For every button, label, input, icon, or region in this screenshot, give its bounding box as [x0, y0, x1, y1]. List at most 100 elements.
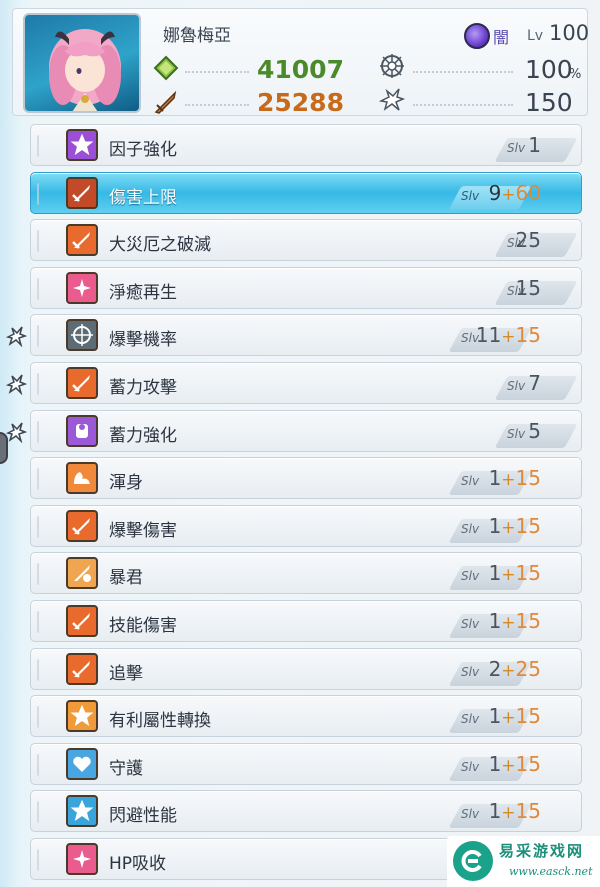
- skill-name: 守護: [109, 758, 143, 779]
- sword-icon: [66, 176, 98, 209]
- skill-row[interactable]: 爆擊傷害 Slv 1+15: [30, 504, 582, 547]
- skill-row[interactable]: 蓄力強化 Slv 5: [5, 409, 582, 452]
- skill-name: 蓄力強化: [109, 425, 177, 446]
- skill-row[interactable]: 傷害上限 Slv 9+60: [30, 171, 582, 214]
- skill-level-bonus: 15: [515, 751, 541, 776]
- sword-icon: [66, 652, 98, 685]
- skill-name: 蓄力攻擊: [109, 377, 177, 398]
- skill-level-value: 15: [516, 276, 541, 300]
- skill-name: 淨癒再生: [109, 282, 177, 303]
- skill-level-bonus: 15: [515, 704, 541, 729]
- attack-icon: [154, 90, 177, 114]
- sparkle-icon: [66, 842, 98, 875]
- skill-level-base: 2: [488, 656, 502, 681]
- skill-level-value: 2+25: [489, 657, 541, 681]
- row-notch: [37, 658, 47, 681]
- skill-list: 因子強化 Slv 1 傷害上限 Slv 9+60 大災厄之破滅 Slv 25 淨癒再生 Slv 15 爆…: [5, 124, 586, 886]
- character-header: 娜魯梅亞 闇 Lv 100 41007 25288 100 % 150: [12, 8, 590, 117]
- skill-level-bonus: 60: [515, 180, 541, 205]
- skill-level-bonus: 15: [515, 513, 541, 538]
- skill-level-base: 1: [488, 466, 502, 491]
- row-notch: [37, 848, 47, 871]
- other-divider: [413, 104, 513, 106]
- skill-name: 大災厄之破滅: [109, 235, 211, 256]
- skill-row[interactable]: 守護 Slv 1+15: [30, 742, 582, 785]
- skill-name: 有利屬性轉換: [109, 711, 211, 732]
- skill-row[interactable]: 爆擊機率 Slv 11+15: [5, 314, 582, 357]
- skill-name: 爆擊傷害: [109, 520, 177, 541]
- slv-label: Slv: [461, 712, 480, 727]
- skill-level-plus: +: [501, 612, 516, 633]
- row-notch: [37, 277, 47, 300]
- character-portrait[interactable]: [23, 13, 141, 113]
- skill-level-base: 11: [475, 323, 502, 348]
- star-icon: [66, 795, 98, 828]
- skill-level-base: 7: [528, 370, 541, 395]
- watermark-logo-icon: [453, 841, 493, 881]
- skill-level-value: 1+15: [489, 704, 541, 728]
- skill-level-bonus: 15: [515, 799, 541, 824]
- skill-level-value: 5: [528, 419, 541, 443]
- skill-level-value: 9+60: [489, 181, 541, 205]
- row-notch: [37, 515, 47, 538]
- row-notch: [37, 135, 47, 157]
- muscle-icon: [66, 462, 98, 495]
- skill-level-base: 25: [515, 228, 541, 253]
- skill-level-bonus: 15: [515, 561, 541, 586]
- skill-level-plus: +: [501, 470, 516, 491]
- skill-row[interactable]: 蓄力攻擊 Slv 7: [5, 361, 582, 404]
- skill-name: 傷害上限: [109, 187, 177, 208]
- crit-damage-icon: [379, 88, 405, 111]
- secondary-stat-value: 150: [525, 88, 573, 117]
- skill-level-base: 5: [528, 418, 541, 443]
- skill-level-base: 1: [488, 561, 502, 586]
- tyrant-icon: [66, 557, 98, 590]
- skill-row[interactable]: 淨癒再生 Slv 15: [30, 266, 582, 309]
- skill-name: 暴君: [109, 568, 143, 589]
- skill-level-plus: +: [501, 565, 516, 586]
- hp-icon: [153, 55, 179, 81]
- skill-row[interactable]: 暴君 Slv 1+15: [30, 552, 582, 595]
- slv-label: Slv: [507, 426, 526, 441]
- sword-icon: [66, 509, 98, 542]
- row-notch: [37, 325, 47, 348]
- row-notch: [37, 230, 47, 253]
- awakening-chain-icon: [5, 422, 27, 443]
- skill-level-base: 1: [488, 513, 502, 538]
- skill-level-value: 1+15: [489, 561, 541, 585]
- skill-row[interactable]: 追擊 Slv 2+25: [30, 647, 582, 690]
- slv-label: Slv: [461, 521, 480, 536]
- slv-label: Slv: [461, 807, 480, 822]
- skill-row[interactable]: 渾身 Slv 1+15: [30, 457, 582, 500]
- row-notch: [37, 563, 47, 586]
- level-label: Lv: [527, 28, 544, 44]
- armor-icon: [66, 414, 98, 447]
- row-notch: [37, 610, 47, 633]
- skill-level-base: 1: [528, 133, 541, 157]
- skill-level-plus: +: [501, 660, 516, 681]
- skill-name: 爆擊機率: [109, 330, 177, 351]
- skill-name: 閃避性能: [109, 806, 177, 827]
- skill-row[interactable]: 因子強化 Slv 1: [30, 124, 582, 166]
- skill-level-base: 1: [488, 608, 502, 633]
- skill-level-value: 7: [528, 371, 541, 395]
- skill-row[interactable]: 大災厄之破滅 Slv 25: [30, 219, 582, 262]
- slv-label: Slv: [461, 616, 480, 631]
- skill-level-value: 1: [528, 133, 541, 157]
- skill-name: 因子強化: [109, 140, 177, 160]
- skill-row[interactable]: 技能傷害 Slv 1+15: [30, 599, 582, 642]
- sword-icon: [66, 604, 98, 637]
- skill-row[interactable]: 有利屬性轉換 Slv 1+15: [30, 695, 582, 738]
- skill-name: 技能傷害: [109, 615, 177, 636]
- skill-level-plus: +: [501, 517, 516, 538]
- skill-level-value: 1+15: [489, 609, 541, 633]
- crit-rate-icon: [380, 54, 404, 78]
- row-notch: [37, 420, 47, 443]
- level-value: 100: [549, 21, 590, 45]
- skill-level-value: 11+15: [476, 323, 541, 347]
- skill-level-plus: +: [501, 803, 516, 824]
- skill-level-base: 1: [488, 799, 502, 824]
- skill-row[interactable]: 閃避性能 Slv 1+15: [30, 790, 582, 833]
- hp-divider: [185, 71, 249, 73]
- skill-level-bonus: 15: [515, 466, 541, 491]
